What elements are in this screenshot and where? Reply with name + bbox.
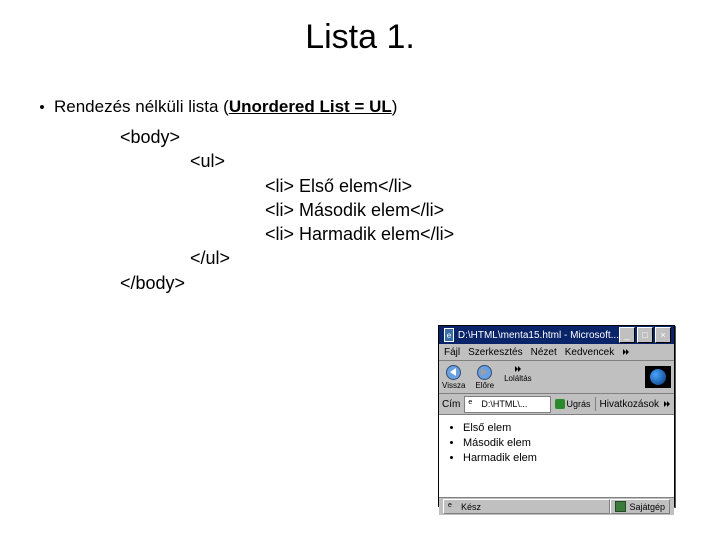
browser-toolbar: Vissza Előre Loláltás — [439, 361, 674, 394]
bullet-item: • Rendezés nélküli lista (Unordered List… — [30, 97, 720, 117]
browser-addressbar: Cím e D:\HTML\... Ugrás Hivatkozások — [439, 394, 674, 415]
browser-title: D:\HTML\menta15.html - Microsoft... — [458, 330, 619, 341]
list-item: Harmadik elem — [463, 451, 670, 466]
go-label: Ugrás — [567, 399, 591, 409]
menu-favorites[interactable]: Kedvencek — [565, 347, 614, 358]
list-item: Második elem — [463, 436, 670, 451]
code-li-1: <li> Első elem</li> — [30, 174, 720, 198]
toolbar-more-chevron — [514, 365, 522, 374]
bullet-lead: Rendezés nélküli lista ( — [54, 97, 229, 116]
code-li-3: <li> Harmadik elem</li> — [30, 222, 720, 246]
go-button[interactable]: Ugrás — [555, 399, 591, 409]
back-button[interactable]: Vissza — [442, 365, 465, 390]
menu-file[interactable]: Fájl — [444, 347, 460, 358]
status-ie-icon: e — [448, 502, 458, 512]
url-ie-icon: e — [468, 399, 478, 409]
address-label: Cím — [442, 399, 460, 410]
forward-button[interactable]: Előre — [475, 365, 494, 390]
ie-icon: e — [444, 328, 454, 342]
maximize-button[interactable]: □ — [637, 327, 653, 343]
go-icon — [555, 399, 565, 409]
browser-statusbar: e Kész Sajátgép — [439, 498, 674, 515]
toolbar-more-label: Loláltás — [504, 374, 532, 383]
status-zone: Sajátgép — [629, 502, 665, 512]
code-block: <body> <ul> <li> Első elem</li> <li> Más… — [30, 117, 720, 295]
bullet-dot: • — [30, 99, 54, 116]
code-ul-close: </ul> — [30, 246, 720, 270]
browser-menubar: Fájl Szerkesztés Nézet Kedvencek — [439, 344, 674, 361]
toolbar-more[interactable]: Loláltás — [504, 365, 532, 390]
list-item: Első elem — [463, 421, 670, 436]
slide-content: • Rendezés nélküli lista (Unordered List… — [0, 67, 720, 295]
code-body-open: <body> — [30, 125, 720, 149]
status-done: Kész — [461, 502, 481, 512]
address-value: D:\HTML\... — [481, 399, 527, 409]
throbber-icon — [645, 366, 671, 388]
back-arrow-icon — [446, 365, 461, 380]
browser-viewport: Első elem Második elem Harmadik elem — [439, 415, 674, 498]
bullet-tail: ) — [392, 97, 398, 116]
forward-arrow-icon — [477, 365, 492, 380]
code-ul-open: <ul> — [30, 149, 720, 173]
back-label: Vissza — [442, 381, 465, 390]
menu-edit[interactable]: Szerkesztés — [468, 347, 522, 358]
code-li-2: <li> Második elem</li> — [30, 198, 720, 222]
address-input[interactable]: e D:\HTML\... — [464, 396, 550, 413]
forward-label: Előre — [475, 381, 494, 390]
links-chevron[interactable] — [663, 399, 671, 410]
menu-more-chevron[interactable] — [622, 347, 630, 358]
zone-icon — [615, 501, 626, 512]
slide-title: Lista 1. — [0, 0, 720, 67]
minimize-button[interactable]: _ — [619, 327, 635, 343]
menu-view[interactable]: Nézet — [531, 347, 557, 358]
browser-titlebar: e D:\HTML\menta15.html - Microsoft... _ … — [439, 326, 674, 344]
bullet-text: Rendezés nélküli lista (Unordered List =… — [54, 97, 397, 117]
close-button[interactable]: × — [655, 327, 671, 343]
code-body-close: </body> — [30, 271, 720, 295]
links-label[interactable]: Hivatkozások — [600, 399, 659, 410]
browser-window: e D:\HTML\menta15.html - Microsoft... _ … — [438, 325, 675, 507]
bullet-bold: Unordered List = UL — [229, 97, 392, 116]
